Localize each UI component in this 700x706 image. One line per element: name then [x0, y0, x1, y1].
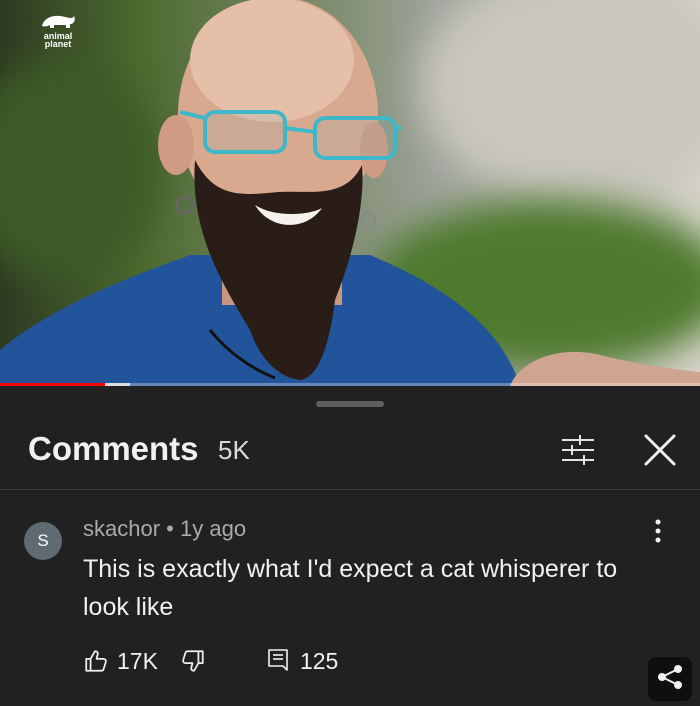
person-figure: [0, 0, 700, 386]
sort-filter-button[interactable]: [558, 430, 598, 470]
comment-actions: 17K 125: [83, 646, 338, 676]
more-options-button[interactable]: [646, 516, 670, 546]
drag-handle[interactable]: [316, 401, 384, 407]
video-player[interactable]: animal planet: [0, 0, 700, 386]
reply-icon: [268, 649, 288, 671]
avatar[interactable]: S: [24, 522, 62, 560]
thumb-down-icon: [182, 650, 204, 672]
header-divider: [0, 489, 700, 490]
thumb-up-icon: [85, 650, 107, 672]
reply-count: 125: [299, 647, 339, 674]
reply-button[interactable]: 125: [266, 648, 338, 675]
close-icon: [644, 434, 676, 466]
share-button[interactable]: [648, 657, 692, 701]
comment-author[interactable]: skachor: [83, 516, 160, 541]
comments-sheet: Comments 5K S skachor • 1y ago This is e…: [0, 386, 700, 701]
elephant-icon: [42, 15, 75, 28]
comment-text: This is exactly what I'd expect a cat wh…: [83, 555, 618, 621]
close-button[interactable]: [640, 430, 680, 470]
like-count: 17K: [117, 647, 158, 674]
comments-count: 5K: [218, 435, 250, 465]
meta-separator: •: [166, 516, 174, 541]
comment-meta: skachor • 1y ago: [83, 516, 246, 542]
comments-title: Comments: [28, 430, 199, 467]
like-button[interactable]: 17K: [83, 648, 158, 675]
animal-planet-logo: animal planet: [34, 12, 82, 49]
dislike-button[interactable]: [180, 648, 206, 674]
share-icon: [658, 665, 682, 689]
more-vert-icon: [655, 519, 661, 543]
filter-icon: [562, 435, 594, 465]
logo-text: animal planet: [43, 31, 73, 49]
comment-time: 1y ago: [180, 516, 247, 541]
